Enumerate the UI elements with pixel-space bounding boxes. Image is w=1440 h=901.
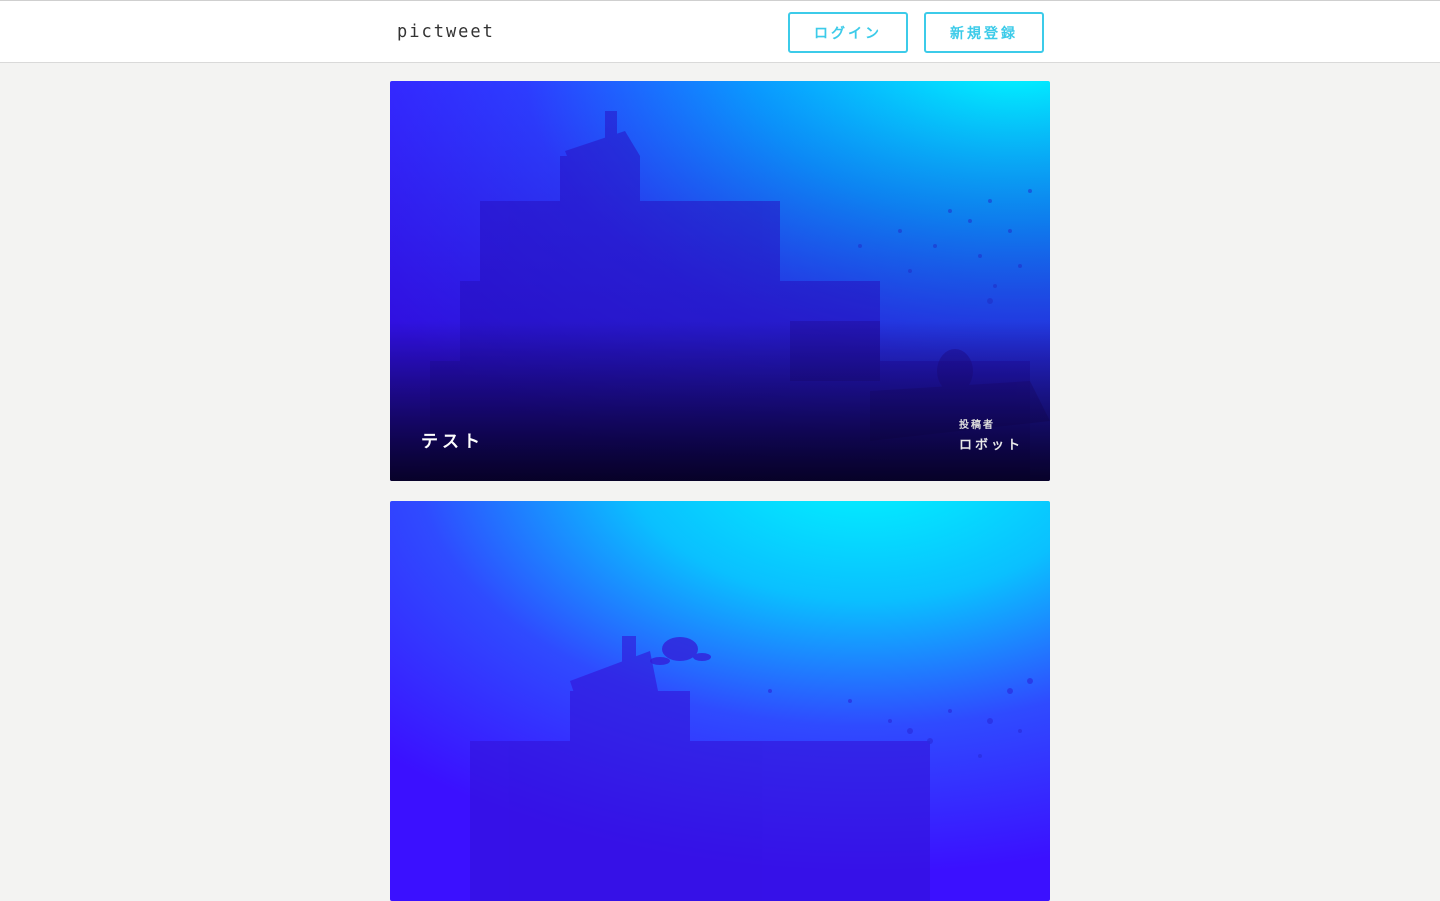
post-image xyxy=(390,501,1050,901)
post-overlay xyxy=(390,321,1050,481)
author-label: 投稿者 xyxy=(959,420,995,431)
post-title[interactable]: テスト xyxy=(421,427,484,452)
signup-button[interactable]: 新規登録 xyxy=(924,12,1044,53)
site-logo[interactable]: PICTWEET xyxy=(397,22,495,43)
site-header: PICTWEET ログイン 新規登録 xyxy=(0,0,1440,63)
post-card[interactable] xyxy=(390,501,1050,901)
author-name[interactable]: ロボット xyxy=(959,434,1023,453)
post-card[interactable]: テスト 投稿者 ロボット xyxy=(390,81,1050,481)
login-button[interactable]: ログイン xyxy=(788,12,908,53)
post-author: 投稿者 ロボット xyxy=(959,416,1023,453)
